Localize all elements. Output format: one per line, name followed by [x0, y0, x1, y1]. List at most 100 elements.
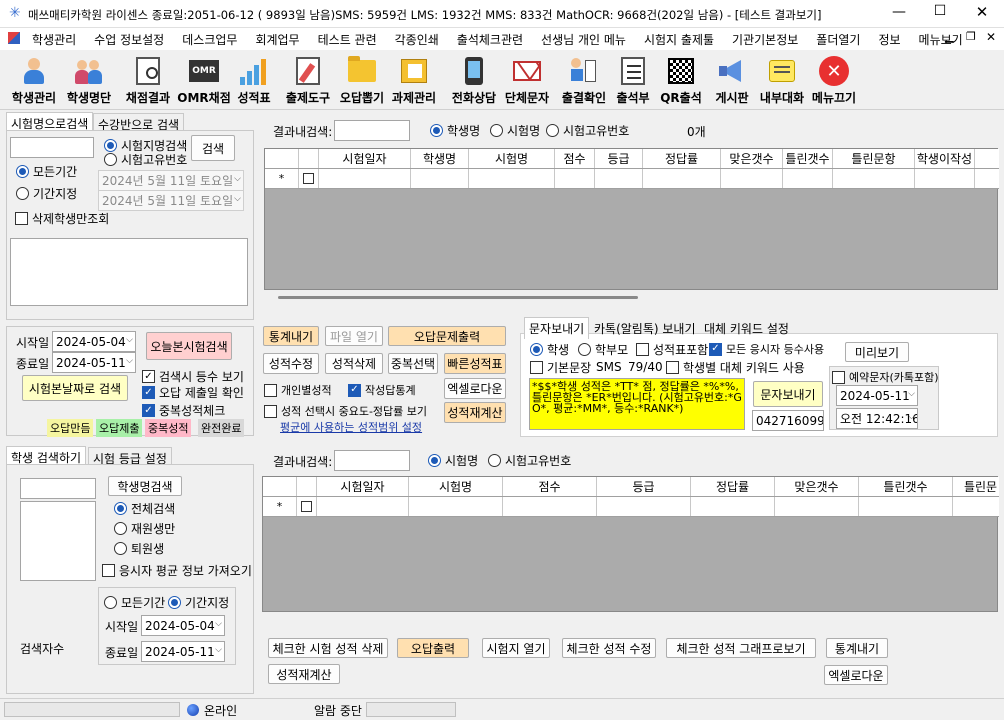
toolbar-button-10[interactable]: 단체문자	[503, 54, 551, 106]
check-student-keyword[interactable]: 학생별 대체 키워드 사용	[666, 359, 805, 376]
toolbar-button-3[interactable]: 채점결과	[122, 54, 174, 106]
menu-item[interactable]: 수업 정보설정	[94, 31, 164, 48]
toolbar-button-12[interactable]: 출석부	[614, 54, 652, 106]
student-list-box[interactable]	[20, 501, 96, 581]
column-header[interactable]: 시험명	[409, 477, 503, 496]
mdi-minimize-button[interactable]: ▁	[945, 30, 953, 43]
radio-all-students[interactable]: 전체검색	[114, 500, 175, 517]
radio-withdrawn-students[interactable]: 퇴원생	[114, 540, 164, 557]
column-header[interactable]: 틀린갯수	[783, 149, 833, 168]
today-exam-button[interactable]: 오늘본시험검색	[146, 332, 232, 360]
start-date-picker[interactable]: 2024-05-04 ⌵	[52, 331, 136, 352]
grid-cell[interactable]	[859, 497, 953, 516]
menu-item[interactable]: 폴더열기	[816, 31, 860, 48]
radio-student-period[interactable]: 기간지정	[168, 594, 229, 611]
grade-delete-button[interactable]: 성적삭제	[325, 353, 383, 374]
radio-exam-id[interactable]: 시험고유번호	[104, 151, 187, 168]
menu-item[interactable]: 회계업무	[255, 31, 299, 48]
minimize-button[interactable]: —	[885, 4, 913, 20]
column-header[interactable]: 시험일자	[319, 149, 411, 168]
delete-checked-button[interactable]: 체크한 시험 성적 삭제	[268, 638, 388, 658]
mdi-restore-button[interactable]: ❐	[966, 30, 976, 43]
check-all-rank[interactable]: ✓ 모든 응시자 등수사용	[709, 341, 824, 357]
end-date-picker[interactable]: 2024-05-11 ⌵	[52, 352, 136, 373]
column-header[interactable]: 등급	[595, 149, 643, 168]
radio-bottom-exam[interactable]: 시험명	[428, 452, 478, 469]
sender-phone-input[interactable]: 0427160999	[752, 410, 824, 431]
grid-cell[interactable]	[317, 497, 409, 516]
menu-item[interactable]: 출석체크관련	[457, 31, 523, 48]
check-personal-grade[interactable]: 개인별성적	[264, 382, 332, 398]
toolbar-button-7[interactable]: 오답뽑기	[338, 54, 386, 106]
column-header[interactable]: 시험명	[469, 149, 555, 168]
duplicate-select-button[interactable]: 중복선택	[388, 353, 438, 374]
top-results-grid[interactable]: 시험일자 학생명 시험명 점수 등급 정답률 맞은갯수 틀린갯수 틀린문항 학생이작성 *	[264, 148, 999, 290]
file-open-button[interactable]: 파일 열기	[325, 326, 383, 346]
radio-enrolled-students[interactable]: 재원생만	[114, 520, 175, 537]
bottom-excel-button[interactable]: 엑셀로다운	[824, 665, 888, 685]
menu-item[interactable]: 선생님 개인 메뉴	[541, 31, 626, 48]
grid-cell[interactable]	[469, 169, 555, 188]
menu-item[interactable]: 기관기본정보	[732, 31, 798, 48]
check-include-grade[interactable]: 성적표포함	[636, 341, 708, 358]
bottom-recalc-button[interactable]: 성적재계산	[268, 664, 340, 684]
avg-range-link[interactable]: 평균에 사용하는 성적범위 설정	[280, 419, 422, 435]
radio-top-student[interactable]: 학생명	[430, 122, 480, 139]
toolbar-button-1[interactable]: 학생관리	[8, 54, 60, 106]
edit-checked-button[interactable]: 체크한 성적 수정	[562, 638, 656, 658]
check-wrong-submit-date[interactable]: ✓ 오답 제출일 확인	[142, 384, 244, 401]
top-grid-scrollbar[interactable]	[278, 296, 638, 299]
menu-item[interactable]: 테스트 관련	[318, 31, 377, 48]
grid-cell[interactable]	[503, 497, 597, 516]
excel-download-button[interactable]: 엑셀로다운	[444, 378, 506, 399]
column-header[interactable]: 학생이작성	[915, 149, 975, 168]
grid-cell[interactable]	[595, 169, 643, 188]
radio-period[interactable]: 기간지정	[16, 185, 77, 202]
grid-cell[interactable]	[721, 169, 783, 188]
grade-edit-button[interactable]: 성적수정	[263, 353, 319, 374]
menu-item[interactable]: 각종인쇄	[395, 31, 439, 48]
toolbar-button-13[interactable]: QR출석	[660, 54, 702, 106]
toolbar-button-16[interactable]: ✕ 메뉴끄기	[810, 54, 858, 106]
tab-sms[interactable]: 문자보내기	[524, 317, 590, 339]
alarm-stop-label[interactable]: 알람 중단	[314, 702, 362, 719]
radio-top-exam-id[interactable]: 시험고유번호	[546, 122, 629, 139]
check-avg-info[interactable]: 응시자 평균 정보 가져오기	[102, 562, 252, 579]
tab-keyword[interactable]: 대체 키워드 설정	[704, 320, 789, 337]
radio-all-period[interactable]: 모든기간	[16, 163, 77, 180]
grid-cell[interactable]	[691, 497, 775, 516]
column-header[interactable]: 틀린갯수	[859, 477, 953, 496]
toolbar-button-11[interactable]: 출결확인	[561, 54, 607, 106]
row-checkbox[interactable]	[299, 169, 319, 188]
open-exam-button[interactable]: 시험지 열기	[482, 638, 550, 658]
column-header[interactable]: 학생명	[411, 149, 469, 168]
menu-item[interactable]: 데스크업무	[182, 31, 237, 48]
check-written-stats[interactable]: ✓ 작성답통계	[348, 382, 416, 398]
grid-cell[interactable]	[775, 497, 859, 516]
bottom-results-grid[interactable]: 시험일자 시험명 점수 등급 정답률 맞은갯수 틀린갯수 틀린문 *	[262, 476, 999, 612]
recalc-button[interactable]: 성적재계산	[444, 402, 506, 423]
wrong-print-button[interactable]: 오답문제출력	[388, 326, 506, 346]
mdi-close-button[interactable]: ✕	[986, 30, 996, 44]
check-rank-view[interactable]: ✓ 검색시 등수 보기	[142, 368, 244, 385]
row-checkbox[interactable]	[297, 497, 317, 516]
wrong-output-button[interactable]: 오답출력	[397, 638, 469, 658]
grid-cell[interactable]	[953, 497, 1004, 516]
search-button[interactable]: 검색	[191, 135, 235, 161]
column-header[interactable]: 시험일자	[317, 477, 409, 496]
bottom-filter-input[interactable]	[334, 450, 410, 471]
column-header[interactable]: 등급	[597, 477, 691, 496]
sms-message-textarea[interactable]: *$$*학생 성적은 *TT* 점, 정답률은 *%*%, 틀린문항은 *ER*…	[529, 378, 745, 430]
graph-checked-button[interactable]: 체크한 성적 그래프로보기	[666, 638, 816, 658]
maximize-button[interactable]: ☐	[926, 3, 954, 19]
column-header[interactable]: 정답률	[643, 149, 721, 168]
toolbar-button-15[interactable]: 내부대화	[757, 54, 807, 106]
column-header[interactable]: 틀린문항	[833, 149, 915, 168]
toolbar-button-6[interactable]: 출제도구	[285, 54, 331, 106]
toolbar-button-8[interactable]: 과제관리	[390, 54, 438, 106]
check-reserve[interactable]: 예약문자(카톡포함)	[832, 369, 939, 385]
student-end-date[interactable]: 2024-05-11 ⌵	[141, 641, 225, 662]
reserve-date-picker[interactable]: 2024-05-11 ⌵	[836, 385, 918, 406]
menu-item[interactable]: 메뉴보기	[919, 31, 963, 48]
grid-cell[interactable]	[319, 169, 411, 188]
